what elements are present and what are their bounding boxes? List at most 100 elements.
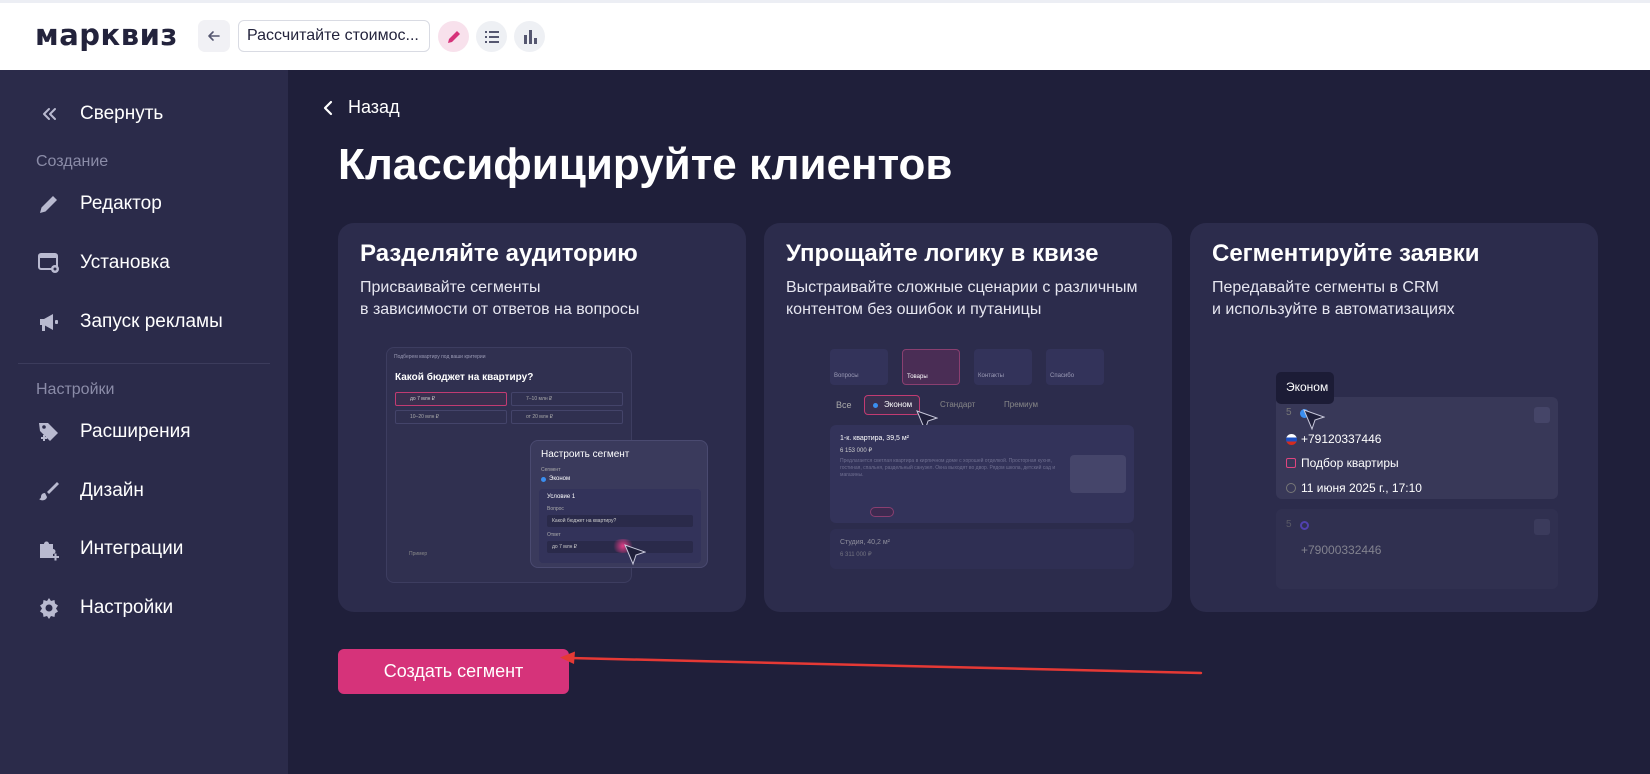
quiz-option-label: от 20 млн ₽ (526, 414, 553, 420)
sidebar-item-extensions[interactable]: Расширения (35, 415, 191, 449)
page-title: Классифицируйте клиентов (338, 140, 953, 189)
feature-card-logic: Упрощайте логику в квизе Выстраивайте сл… (764, 223, 1172, 612)
question-select-value: Какой бюджет на квартиру? (552, 518, 617, 524)
card-description: Присваивайте сегменты в зависимости от о… (360, 279, 640, 318)
lead-source: Подбор квартиры (1301, 456, 1399, 470)
quiz-title-field[interactable]: Рассчитайте стоимос... (238, 20, 430, 52)
main-content: Назад Классифицируйте клиентов Разделяйт… (288, 70, 1650, 774)
check-icon (1534, 407, 1550, 423)
answer-label: Ответ (547, 532, 561, 538)
create-segment-button[interactable]: Создать сегмент (338, 649, 569, 694)
leads-list-button[interactable] (476, 21, 507, 52)
card-title: Разделяйте аудиторию (360, 240, 638, 267)
bar-chart-icon (523, 29, 537, 44)
megaphone-icon (35, 308, 63, 336)
list-icon (484, 30, 499, 43)
filter-chip-active: Эконом (864, 395, 920, 415)
sidebar-item-ads[interactable]: Запуск рекламы (35, 305, 223, 339)
sidebar-item-label: Дизайн (80, 480, 144, 501)
quiz-option: от 20 млн ₽ (511, 410, 623, 424)
step-tab: Спасибо (1046, 349, 1104, 385)
quiz-option: 10–20 млн ₽ (395, 410, 507, 424)
tag-plus-icon (35, 418, 63, 446)
browser-gear-icon (35, 249, 63, 277)
back-button[interactable] (198, 20, 230, 52)
segment-tooltip: Эконом (1276, 372, 1334, 404)
answer-chip: до 7 млн ₽ (552, 544, 577, 550)
tooltip-label: Эконом (1286, 380, 1329, 394)
clock-icon (1286, 483, 1296, 493)
sidebar-item-design[interactable]: Дизайн (35, 474, 144, 508)
stats-button[interactable] (514, 21, 545, 52)
pencil-icon (35, 190, 63, 218)
lead-number: 5 (1286, 407, 1292, 418)
quiz-option-label: 7–10 млн ₽ (526, 396, 553, 402)
product-image (1070, 455, 1126, 493)
step-label: Товары (907, 374, 928, 380)
step-tab: Контакты (974, 349, 1032, 385)
sidebar-item-install[interactable]: Установка (35, 246, 170, 280)
sidebar-item-editor[interactable]: Редактор (35, 187, 162, 221)
sidebar-item-settings[interactable]: Настройки (35, 591, 173, 625)
lead-phone: +79000332446 (1301, 543, 1382, 557)
sidebar-collapse[interactable]: Свернуть (35, 97, 163, 131)
step-tab: Вопросы (830, 349, 888, 385)
double-chevron-left-icon (35, 100, 63, 128)
quiz-option-label: 10–20 млн ₽ (410, 414, 439, 420)
question-label: Вопрос (547, 506, 564, 512)
sidebar-item-integrations[interactable]: Интеграции (35, 532, 183, 566)
feature-card-leads: Сегментируйте заявки Передавайте сегмент… (1190, 223, 1598, 612)
quiz-option: 7–10 млн ₽ (511, 392, 623, 406)
puzzle-plus-icon (35, 535, 63, 563)
feature-card-audience: Разделяйте аудиторию Присваивайте сегмен… (338, 223, 746, 612)
step-label: Вопросы (834, 373, 859, 379)
top-bar: марквиз Рассчитайте стоимос... (0, 0, 1650, 70)
sidebar-item-label: Запуск рекламы (80, 311, 223, 332)
annotation-arrow (560, 651, 1203, 675)
sidebar-item-label: Расширения (80, 421, 191, 442)
sidebar-item-label: Интеграции (80, 538, 184, 559)
pencil-icon (447, 30, 460, 43)
step-label: Контакты (978, 373, 1004, 379)
external-link-icon (1286, 458, 1296, 468)
app-logo[interactable]: марквиз (35, 18, 178, 52)
filter-chip-label: Эконом (884, 400, 913, 409)
sidebar: Свернуть Создание Редактор Установка Зап… (0, 70, 288, 774)
quiz-preview-header: Подберем квартиру под ваши критерии (394, 354, 486, 360)
step-label: Спасибо (1050, 373, 1075, 379)
cursor-icon (1303, 409, 1325, 431)
segment-dot-icon (541, 477, 546, 482)
sidebar-item-label: Установка (80, 252, 170, 273)
back-link[interactable]: Назад (322, 97, 400, 118)
card-title: Сегментируйте заявки (1212, 240, 1480, 267)
segment-dot-icon (1300, 521, 1309, 530)
sidebar-section-create: Создание (36, 153, 109, 170)
back-link-label: Назад (348, 97, 400, 117)
cursor-icon (624, 544, 646, 566)
filter-chip: Премиум (1004, 400, 1039, 409)
product-card: 1-к. квартира, 39,5 м² 6 153 000 ₽ Предл… (830, 425, 1134, 523)
editor-mode-button[interactable] (438, 21, 469, 52)
product-price: 6 311 000 ₽ (840, 552, 872, 558)
sidebar-divider (18, 363, 270, 364)
filter-chip: Стандарт (940, 400, 976, 409)
segment-panel-title: Настроить сегмент (541, 449, 630, 460)
product-description: Предлагается светлая квартира в кирпично… (840, 458, 1056, 478)
card-title: Упрощайте логику в квизе (786, 240, 1099, 267)
brush-icon (35, 477, 63, 505)
segment-dot-icon (873, 403, 878, 408)
filter-chip: Все (836, 400, 852, 410)
toggle-icon (870, 507, 894, 517)
card-description: Передавайте сегменты в CRM и используйте… (1212, 279, 1455, 318)
card-description: Выстраивайте сложные сценарии с различны… (786, 279, 1138, 318)
product-price: 6 153 000 ₽ (840, 448, 873, 454)
gear-icon (35, 594, 63, 622)
lead-number: 5 (1286, 519, 1292, 530)
segment-settings-panel: Настроить сегмент Сегмент Эконом Условие… (530, 440, 708, 568)
segment-value: Эконом (549, 476, 571, 482)
quiz-option: до 7 млн ₽ (395, 392, 507, 406)
condition-label: Условие 1 (547, 494, 576, 500)
quiz-preview-question: Какой бюджет на квартиру? (395, 372, 534, 383)
lead-card: 5 +79000332446 (1276, 509, 1558, 589)
check-icon (1534, 519, 1550, 535)
